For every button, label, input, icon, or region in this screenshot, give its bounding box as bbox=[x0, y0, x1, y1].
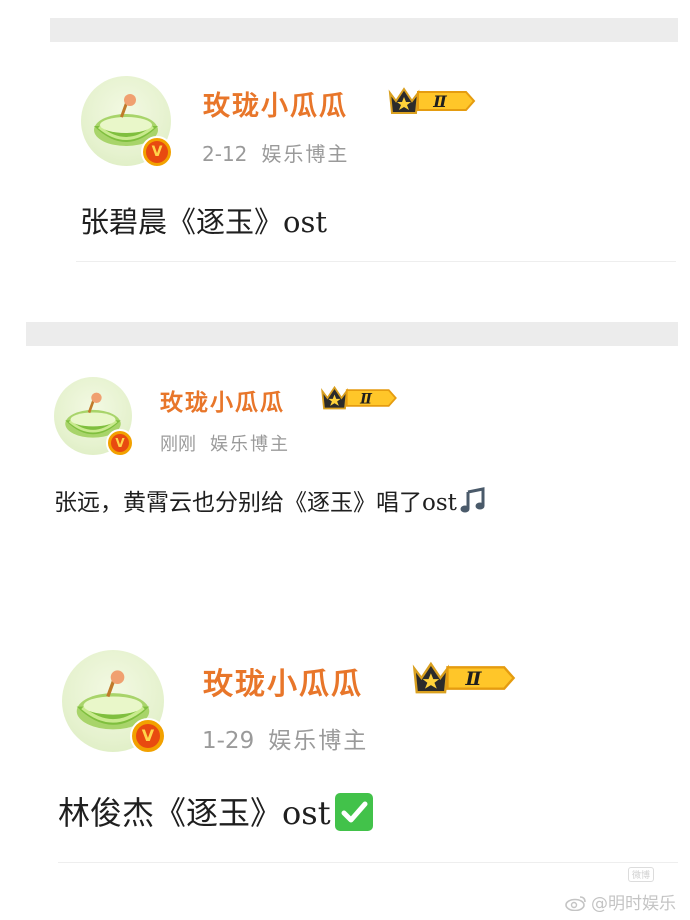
crown-badge-icon: Ⅱ bbox=[321, 385, 397, 410]
post-meta: 刚刚 娱乐博主 bbox=[160, 430, 290, 456]
post-text-content: 林俊杰《逐玉》ost bbox=[58, 794, 331, 832]
post-text-content: 张碧晨《逐玉》ost bbox=[80, 205, 327, 239]
verified-mark: V bbox=[146, 141, 168, 163]
check-mark-emoji-icon bbox=[334, 793, 373, 831]
level-badge-label: Ⅱ bbox=[432, 92, 447, 111]
post-date: 刚刚 bbox=[160, 434, 196, 455]
verified-badge: V bbox=[106, 429, 134, 457]
verified-badge: V bbox=[130, 718, 166, 754]
crown-badge-icon: Ⅱ bbox=[412, 661, 516, 694]
verified-badge: V bbox=[141, 136, 173, 168]
weibo-logo-icon bbox=[565, 896, 586, 911]
avatar[interactable]: V bbox=[62, 650, 166, 754]
music-note-emoji-icon bbox=[460, 487, 485, 513]
author-name[interactable]: 玫珑小瓜瓜 bbox=[160, 383, 285, 417]
verified-mark: V bbox=[110, 433, 130, 453]
verified-mark: V bbox=[135, 723, 161, 749]
author-category: 娱乐博主 bbox=[268, 728, 369, 754]
divider bbox=[58, 862, 678, 863]
post-meta: 1-29 娱乐博主 bbox=[202, 721, 368, 755]
separator-bar bbox=[26, 322, 678, 346]
separator-bar bbox=[50, 18, 678, 42]
weibo-small-mark: 微博 bbox=[627, 867, 654, 882]
author-category: 娱乐博主 bbox=[261, 142, 350, 166]
watermark: @明时娱乐 bbox=[565, 889, 676, 914]
level-badge-label: Ⅱ bbox=[359, 391, 373, 407]
post-text: 张碧晨《逐玉》ost bbox=[80, 199, 327, 241]
post-date: 1-29 bbox=[202, 728, 255, 754]
author-category: 娱乐博主 bbox=[210, 434, 290, 455]
author-name[interactable]: 玫珑小瓜瓜 bbox=[203, 84, 348, 123]
avatar[interactable]: V bbox=[81, 76, 173, 168]
crown-badge-icon: Ⅱ bbox=[388, 87, 476, 114]
author-name[interactable]: 玫珑小瓜瓜 bbox=[203, 659, 363, 703]
post-meta: 2-12 娱乐博主 bbox=[202, 138, 349, 167]
post-date: 2-12 bbox=[202, 142, 248, 166]
post-text: 林俊杰《逐玉》ost bbox=[58, 788, 373, 834]
watermark-text: @明时娱乐 bbox=[591, 894, 676, 914]
divider bbox=[76, 261, 676, 262]
post-text-content: 张远，黄霄云也分别给《逐玉》唱了ost bbox=[54, 490, 457, 516]
avatar[interactable]: V bbox=[54, 377, 134, 457]
post-text: 张远，黄霄云也分别给《逐玉》唱了ost bbox=[54, 483, 487, 517]
level-badge-label: Ⅱ bbox=[464, 668, 482, 690]
